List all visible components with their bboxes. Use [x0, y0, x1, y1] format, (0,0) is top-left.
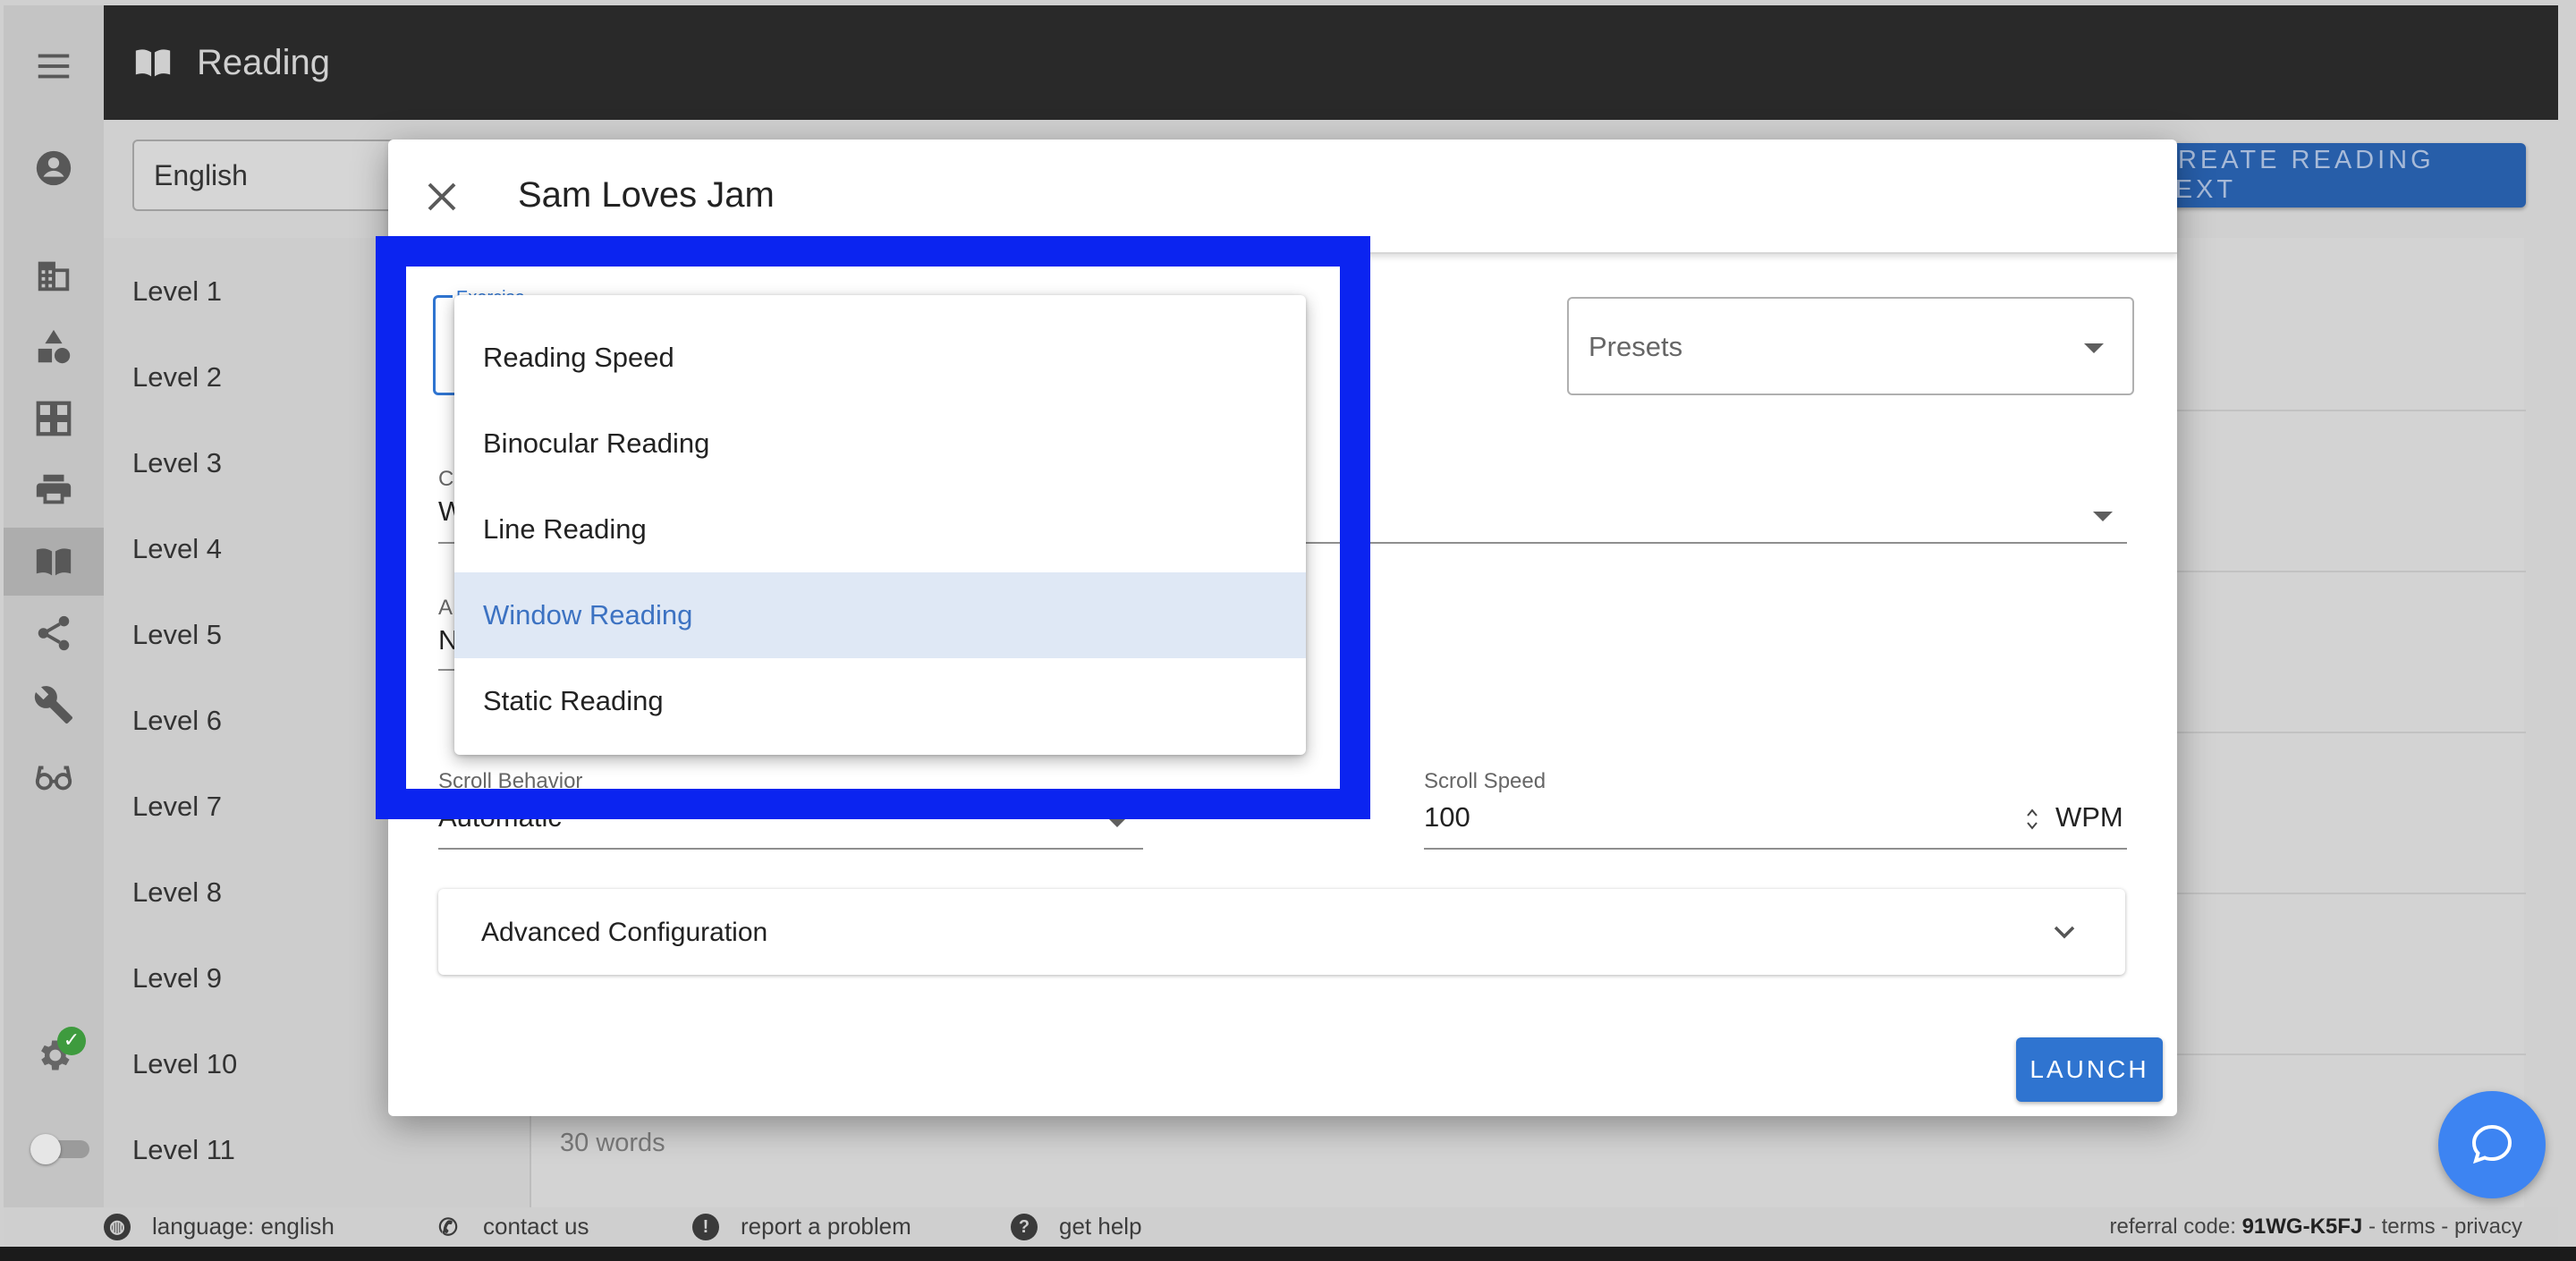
contact-link[interactable]: ✆ contact us — [435, 1213, 589, 1240]
level-item[interactable]: Level 6 — [132, 705, 222, 737]
chat-icon — [2471, 1124, 2512, 1164]
reading-icon[interactable] — [4, 528, 104, 596]
referral-label: referral code: — [2109, 1214, 2236, 1239]
language-link[interactable]: ◍ language: english — [104, 1213, 335, 1240]
globe-icon: ◍ — [104, 1213, 131, 1240]
phone-icon: ✆ — [438, 1213, 458, 1240]
chevron-down-icon — [2054, 926, 2075, 939]
chat-button[interactable] — [2438, 1091, 2546, 1198]
level-item[interactable]: Level 9 — [132, 962, 222, 994]
office-icon[interactable] — [4, 241, 104, 309]
close-icon — [428, 182, 456, 211]
level-item[interactable]: Level 8 — [132, 876, 222, 909]
wrench-icon[interactable] — [4, 671, 104, 739]
scroll-behavior-underline — [438, 848, 1143, 850]
scroll-speed-input[interactable]: 100 — [1424, 801, 1470, 834]
word-count: 30 words — [560, 1129, 665, 1157]
terms-link[interactable]: terms — [2382, 1214, 2436, 1239]
create-reading-text-button[interactable]: CREATE READING TEXT — [2156, 143, 2526, 207]
printer-icon[interactable] — [4, 456, 104, 524]
footer-right: referral code: 91WG-K5FJ - terms - priva… — [2109, 1214, 2523, 1239]
level-item[interactable]: Level 5 — [132, 619, 222, 651]
highlight-frame — [376, 236, 1370, 819]
scroll-speed-underline — [1424, 848, 2127, 850]
level-item[interactable]: Level 10 — [132, 1048, 237, 1080]
account-icon[interactable] — [4, 134, 104, 202]
report-link[interactable]: ! report a problem — [692, 1213, 911, 1240]
glasses-icon[interactable] — [4, 742, 104, 810]
level-item[interactable]: Level 2 — [132, 361, 222, 394]
menu-icon[interactable] — [4, 32, 104, 100]
advanced-configuration-accordion[interactable]: Advanced Configuration — [438, 889, 2125, 975]
check-icon: ✓ — [57, 1027, 86, 1055]
level-item[interactable]: Level 4 — [132, 533, 222, 565]
launch-button[interactable]: LAUNCH — [2016, 1037, 2163, 1102]
settings-status[interactable]: ✓ — [34, 1027, 88, 1080]
alert-icon: ! — [692, 1213, 719, 1240]
referral-code: 91WG-K5FJ — [2241, 1214, 2363, 1239]
dialog-title: Sam Loves Jam — [518, 175, 775, 215]
scroll-speed-stepper[interactable] — [2025, 805, 2039, 834]
privacy-link[interactable]: privacy — [2454, 1214, 2522, 1239]
reading-icon — [135, 49, 171, 77]
help-link[interactable]: ? get help — [1011, 1213, 1142, 1240]
theme-toggle[interactable] — [30, 1134, 93, 1164]
footer: ◍ language: english ✆ contact us ! report a… — [4, 1207, 2558, 1247]
caret-down-icon — [2084, 343, 2104, 353]
app-title: Reading — [197, 42, 331, 82]
presets-select[interactable]: Presets — [1567, 297, 2134, 395]
close-button[interactable] — [422, 177, 462, 216]
app-bar: Reading — [104, 5, 2558, 120]
bottom-strip — [0, 1247, 2576, 1261]
level-item[interactable]: Level 3 — [132, 447, 222, 479]
caret-down-icon[interactable] — [2093, 512, 2113, 521]
level-item[interactable]: Level 7 — [132, 791, 222, 823]
sidebar: ✓ — [4, 5, 104, 1207]
grid-icon[interactable] — [4, 385, 104, 453]
language-select[interactable]: English — [132, 140, 401, 211]
scroll-speed-label: Scroll Speed — [1424, 769, 1546, 793]
level-item[interactable]: Level 11 — [132, 1134, 235, 1166]
share-icon[interactable] — [4, 599, 104, 667]
level-item[interactable]: Level 1 — [132, 275, 222, 308]
help-icon: ? — [1011, 1213, 1038, 1240]
shapes-icon[interactable] — [4, 313, 104, 381]
stepper-icon — [2027, 808, 2038, 830]
wpm-unit: WPM — [2055, 801, 2123, 833]
